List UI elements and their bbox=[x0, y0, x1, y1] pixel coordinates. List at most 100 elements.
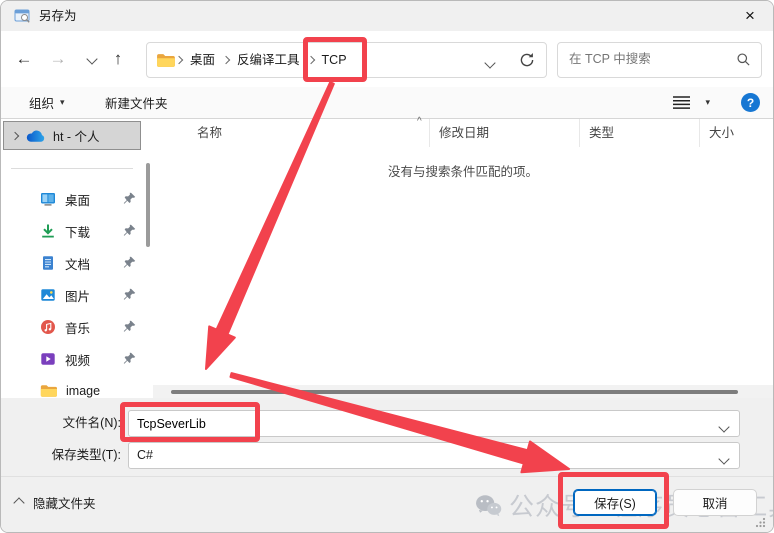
sidebar-item-music[interactable]: 音乐 bbox=[1, 311, 144, 343]
onedrive-label: ht - 个人 bbox=[53, 130, 100, 144]
command-toolbar: 组织 ▾ 新建文件夹 ▾ ? bbox=[1, 87, 773, 119]
new-folder-button[interactable]: 新建文件夹 bbox=[105, 87, 168, 118]
chevron-up-icon bbox=[13, 496, 25, 509]
breadcrumb-decompile-tools[interactable]: 反编译工具 bbox=[230, 44, 307, 76]
content-area: ht - 个人 桌面 下载 文档 图片 音乐 视频 image 名称 修改日期 … bbox=[1, 116, 773, 398]
close-button[interactable]: × bbox=[727, 1, 773, 31]
pin-icon bbox=[123, 192, 136, 204]
sidebar-item-label: 视频 bbox=[65, 353, 91, 368]
save-as-dialog: 另存为 × ← → ↑ 桌面 反编译工具 TCP 在 TCP 中搜索 组织 ▾ … bbox=[0, 0, 774, 533]
file-name-input[interactable] bbox=[129, 411, 677, 436]
navigation-bar: ← → ↑ 桌面 反编译工具 TCP bbox=[1, 31, 773, 87]
save-type-select[interactable]: C# bbox=[128, 442, 740, 469]
sidebar: ht - 个人 桌面 下载 文档 图片 音乐 视频 image bbox=[1, 119, 144, 398]
cancel-button-label: 取消 bbox=[702, 497, 728, 511]
new-folder-label: 新建文件夹 bbox=[105, 97, 168, 111]
sidebar-item-downloads[interactable]: 下载 bbox=[1, 215, 144, 247]
chevron-down-icon bbox=[718, 452, 730, 466]
sidebar-item-videos[interactable]: 视频 bbox=[1, 343, 144, 375]
sidebar-item-label: 音乐 bbox=[65, 321, 91, 336]
onedrive-cloud-icon bbox=[26, 130, 45, 142]
sidebar-item-documents[interactable]: 文档 bbox=[1, 247, 144, 279]
column-header-type[interactable]: 类型 bbox=[579, 119, 699, 147]
chevron-down-icon bbox=[86, 53, 98, 65]
pictures-icon bbox=[41, 289, 55, 301]
hide-folders-label: 隐藏文件夹 bbox=[33, 497, 96, 511]
organize-label: 组织 bbox=[29, 97, 55, 111]
hide-folders-button[interactable]: 隐藏文件夹 bbox=[13, 493, 96, 512]
breadcrumb-desktop[interactable]: 桌面 bbox=[183, 44, 222, 76]
view-caret-icon[interactable]: ▾ bbox=[705, 97, 710, 108]
save-button[interactable]: 保存(S) bbox=[573, 489, 657, 516]
dialog-title: 另存为 bbox=[39, 9, 77, 23]
folder-icon bbox=[40, 385, 57, 397]
up-button[interactable]: ↑ bbox=[105, 31, 131, 87]
file-fields: 文件名(N): 保存类型(T): C# bbox=[1, 398, 773, 476]
documents-icon bbox=[43, 256, 53, 270]
sidebar-item-pictures[interactable]: 图片 bbox=[1, 279, 144, 311]
downloads-icon bbox=[42, 224, 54, 238]
cancel-button[interactable]: 取消 bbox=[673, 489, 757, 516]
file-list: 名称 修改日期 类型 大小 ^ 没有与搜索条件匹配的项。 bbox=[153, 116, 773, 398]
help-icon: ? bbox=[746, 95, 755, 110]
sidebar-item-label: 下载 bbox=[65, 225, 91, 240]
sidebar-divider bbox=[11, 168, 133, 169]
sidebar-scrollbar-thumb[interactable] bbox=[146, 163, 150, 247]
videos-icon bbox=[41, 353, 55, 365]
view-details-icon[interactable] bbox=[672, 95, 691, 110]
help-button[interactable]: ? bbox=[741, 93, 760, 112]
breadcrumb-separator-icon bbox=[306, 55, 315, 65]
sidebar-item-label: 图片 bbox=[65, 289, 91, 304]
sidebar-scrollbar bbox=[144, 119, 153, 398]
back-icon: ← bbox=[15, 49, 33, 68]
sidebar-pinned-items: 桌面 下载 文档 图片 音乐 视频 image bbox=[1, 183, 144, 398]
close-icon: × bbox=[745, 6, 755, 25]
organize-button[interactable]: 组织 ▾ bbox=[29, 87, 65, 118]
save-as-dialog-icon bbox=[14, 9, 30, 23]
footer-bar: 隐藏文件夹 公众号 · 程序员必备工具 保存(S) 取消 bbox=[1, 476, 773, 532]
back-button[interactable]: ← bbox=[11, 31, 37, 87]
desktop-icon bbox=[41, 193, 55, 206]
folder-icon bbox=[157, 53, 175, 67]
breadcrumb-separator-icon bbox=[174, 55, 184, 65]
column-headers: 名称 修改日期 类型 大小 bbox=[153, 119, 773, 147]
forward-icon: → bbox=[49, 49, 67, 68]
breadcrumb-separator-icon bbox=[221, 55, 231, 65]
sidebar-item-desktop[interactable]: 桌面 bbox=[1, 183, 144, 215]
up-icon: ↑ bbox=[113, 49, 123, 68]
column-header-date-modified[interactable]: 修改日期 bbox=[429, 119, 579, 147]
pin-icon bbox=[123, 224, 136, 236]
column-header-name[interactable]: 名称 bbox=[153, 119, 429, 147]
horizontal-scrollbar-thumb[interactable] bbox=[171, 390, 738, 394]
breadcrumb-tcp[interactable]: TCP bbox=[315, 44, 354, 76]
search-input[interactable] bbox=[558, 43, 729, 75]
file-name-combobox bbox=[128, 410, 740, 437]
column-header-size[interactable]: 大小 bbox=[699, 119, 773, 147]
pin-icon bbox=[123, 288, 136, 300]
pin-icon bbox=[123, 352, 136, 364]
save-type-label: 保存类型(T): bbox=[51, 448, 121, 462]
sidebar-item-label: 文档 bbox=[65, 257, 91, 272]
refresh-icon[interactable] bbox=[519, 52, 535, 68]
empty-list-message: 没有与搜索条件匹配的项。 bbox=[387, 165, 538, 179]
search-box bbox=[557, 42, 762, 78]
search-icon bbox=[737, 53, 750, 66]
sidebar-item-label: 桌面 bbox=[65, 193, 91, 208]
chevron-down-icon[interactable] bbox=[718, 420, 730, 434]
sidebar-item-onedrive[interactable]: ht - 个人 bbox=[3, 121, 141, 150]
recent-locations-button[interactable] bbox=[79, 31, 105, 87]
title-bar: 另存为 × bbox=[1, 1, 773, 31]
wechat-icon bbox=[476, 494, 502, 516]
address-dropdown-button[interactable] bbox=[484, 56, 496, 70]
save-button-label: 保存(S) bbox=[594, 497, 636, 511]
save-type-value: C# bbox=[137, 448, 153, 462]
caret-down-icon: ▾ bbox=[60, 97, 65, 107]
sort-caret-icon: ^ bbox=[417, 116, 422, 127]
music-icon bbox=[41, 320, 55, 334]
pin-icon bbox=[123, 256, 136, 268]
forward-button[interactable]: → bbox=[45, 31, 71, 87]
sidebar-item-image-folder[interactable]: image bbox=[1, 375, 144, 398]
expander-chevron-icon bbox=[10, 131, 20, 140]
address-bar[interactable]: 桌面 反编译工具 TCP bbox=[146, 42, 547, 78]
pin-icon bbox=[123, 320, 136, 332]
